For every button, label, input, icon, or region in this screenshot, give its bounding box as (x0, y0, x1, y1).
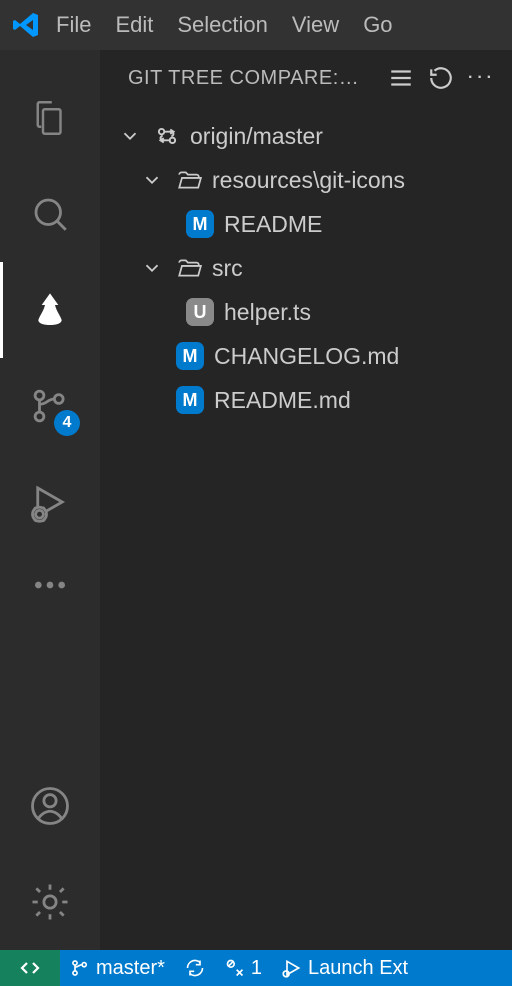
activity-bar: 4 (0, 50, 100, 950)
vscode-logo (8, 7, 44, 43)
menu-file[interactable]: File (56, 12, 91, 38)
activity-search[interactable] (0, 166, 100, 262)
activity-run-debug[interactable] (0, 454, 100, 550)
menu-view[interactable]: View (292, 12, 339, 38)
tree-file[interactable]: M CHANGELOG.md (100, 334, 512, 378)
tree-file[interactable]: U helper.ts (100, 290, 512, 334)
problems-button[interactable]: 1 (215, 950, 272, 986)
launch-label: Launch Ext (308, 957, 408, 980)
tree-folder-label: resources\git-icons (212, 167, 405, 194)
tree-file-label: helper.ts (224, 299, 311, 326)
status-badge-modified: M (186, 210, 214, 238)
problems-count: 1 (251, 957, 262, 980)
compare-icon (154, 123, 180, 149)
activity-git-tree-compare[interactable] (0, 262, 100, 358)
activity-explorer[interactable] (0, 70, 100, 166)
tree-file-label: CHANGELOG.md (214, 343, 399, 370)
more-actions-icon[interactable]: ··· (468, 69, 496, 87)
tree-file[interactable]: M README.md (100, 378, 512, 422)
tree-folder[interactable]: src (100, 246, 512, 290)
sidebar-title: GIT TREE COMPARE:… (128, 67, 374, 90)
status-bar: master* 1 Launch Ext (0, 950, 512, 986)
refresh-icon[interactable] (428, 65, 454, 91)
titlebar: File Edit Selection View Go (0, 0, 512, 50)
folder-open-icon (176, 167, 202, 193)
branch-name: master* (96, 957, 165, 980)
tree-root-label: origin/master (190, 123, 323, 150)
folder-open-icon (176, 255, 202, 281)
chevron-down-icon (138, 257, 166, 279)
status-badge-modified: M (176, 342, 204, 370)
scm-badge: 4 (54, 410, 80, 436)
sync-button[interactable] (175, 950, 215, 986)
tree: origin/master resources\git-icons M READ… (100, 106, 512, 422)
menu-edit[interactable]: Edit (115, 12, 153, 38)
activity-scm[interactable]: 4 (0, 358, 100, 454)
sidebar-header: GIT TREE COMPARE:… ··· (100, 50, 512, 106)
chevron-down-icon (116, 125, 144, 147)
tree-file-label: README (224, 211, 322, 238)
menu-items: File Edit Selection View Go (56, 12, 393, 38)
activity-accounts[interactable] (0, 758, 100, 854)
menu-selection[interactable]: Selection (177, 12, 268, 38)
tree-file-label: README.md (214, 387, 351, 414)
tree-folder-label: src (212, 255, 243, 282)
activity-settings[interactable] (0, 854, 100, 950)
remote-button[interactable] (0, 950, 60, 986)
view-mode-icon[interactable] (388, 65, 414, 91)
chevron-down-icon (138, 169, 166, 191)
tree-file[interactable]: M README (100, 202, 512, 246)
status-badge-untracked: U (186, 298, 214, 326)
activity-more[interactable] (0, 550, 100, 620)
launch-button[interactable]: Launch Ext (272, 950, 418, 986)
branch-button[interactable]: master* (60, 950, 175, 986)
menu-go[interactable]: Go (363, 12, 392, 38)
tree-folder[interactable]: resources\git-icons (100, 158, 512, 202)
tree-root[interactable]: origin/master (100, 114, 512, 158)
sidebar: GIT TREE COMPARE:… ··· (100, 50, 512, 950)
status-badge-modified: M (176, 386, 204, 414)
